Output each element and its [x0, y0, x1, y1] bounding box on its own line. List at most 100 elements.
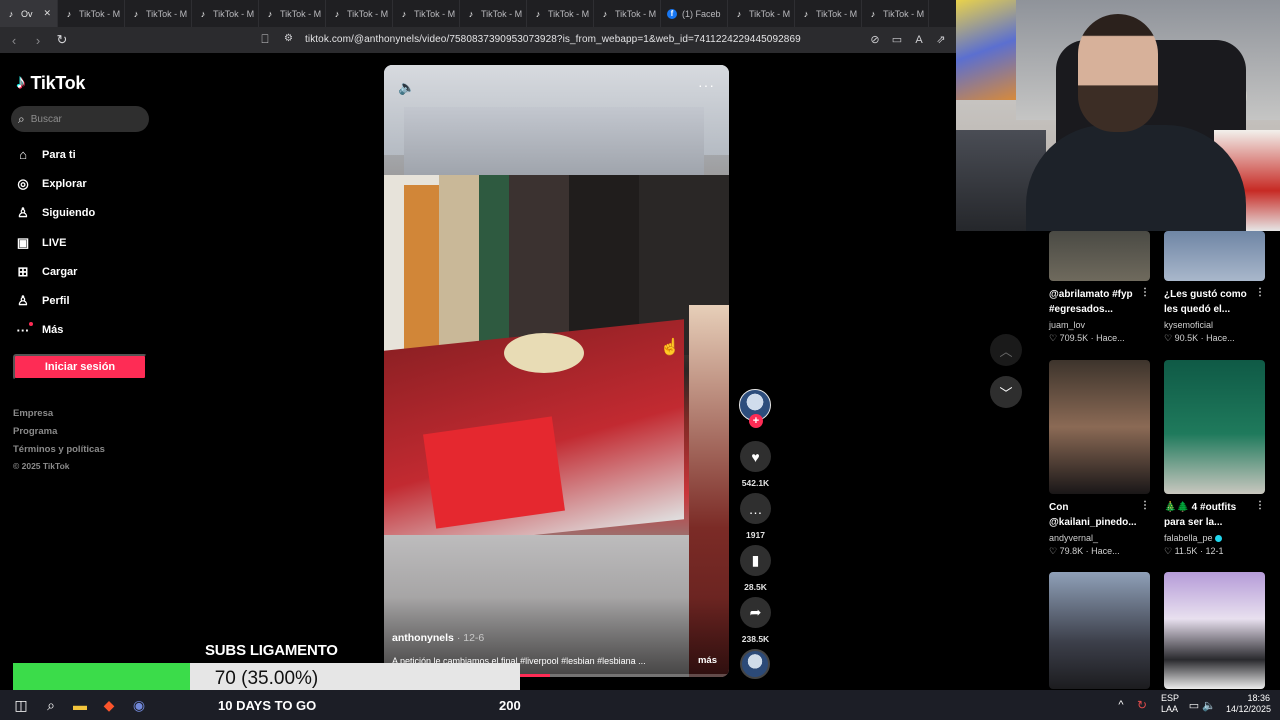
tab-label: TikTok - M [213, 8, 255, 19]
share-arrow-icon[interactable]: ➦ [740, 597, 771, 628]
author-avatar[interactable]: + [739, 389, 771, 428]
comment-action[interactable]: … 1917 [739, 493, 772, 540]
compass-icon: ◎ [17, 175, 29, 191]
rec-title[interactable]: ¿Les gustó como les quedó el... [1164, 287, 1256, 317]
browser-tab[interactable]: ♪ TikTok - M [795, 0, 862, 27]
follow-plus-icon[interactable]: + [749, 414, 763, 428]
rec-author[interactable]: juam_lov [1049, 320, 1085, 330]
video-player[interactable]: 🔈 ··· anthonynels · 12-6 A petición le ca… [384, 65, 729, 677]
volume-icon[interactable]: 🔈 [398, 79, 415, 96]
rec-title[interactable]: Con @kailani_pinedo... [1049, 500, 1141, 530]
login-button[interactable]: Iniciar sesión [13, 354, 147, 380]
tiktok-icon: ♪ [401, 8, 407, 19]
footer-link-empresa[interactable]: Empresa [13, 408, 105, 426]
browser-tab[interactable]: ♪ TikTok - M [594, 0, 661, 27]
browser-tab[interactable]: ♪ TikTok - M [259, 0, 326, 27]
rec-card[interactable]: ¿Les gustó como les quedó el... ⋮ kysemof… [1164, 231, 1265, 343]
rec-author[interactable]: kysemoficial [1164, 320, 1213, 330]
straw-hat [504, 333, 584, 373]
rec-title[interactable]: 🎄🌲 4 #outfits para ser la... [1164, 500, 1256, 530]
next-video-button[interactable]: ﹀ [990, 376, 1022, 408]
clock[interactable]: 18:36 14/12/2025 [1226, 693, 1271, 715]
url-field[interactable]: tiktok.com/@anthonynels/video/7580837390… [305, 34, 801, 45]
sidebar-item-siguiendo[interactable]: ♙ Siguiendo [14, 199, 95, 228]
rec-card[interactable] [1049, 572, 1150, 689]
sidebar-item-live[interactable]: ▣ LIVE [14, 228, 95, 257]
rec-thumbnail[interactable] [1049, 231, 1150, 281]
browser-tab[interactable]: ♪ TikTok - M [58, 0, 125, 27]
rec-thumbnail[interactable] [1164, 572, 1265, 689]
sidebar-item-mas[interactable]: ··· Más [14, 316, 95, 345]
no-eye-icon[interactable]: ⊘ [868, 31, 882, 48]
rec-thumbnail[interactable] [1049, 360, 1150, 494]
chevron-up-icon[interactable]: ^ [1110, 694, 1132, 716]
comment-icon[interactable]: … [740, 493, 771, 524]
rec-card[interactable]: @abrilamato #fyp #egresados... ⋮ juam_lov… [1049, 231, 1150, 343]
browser-tab[interactable]: f (1) Faceb [661, 0, 728, 27]
rec-card[interactable] [1164, 572, 1265, 689]
rec-likes: 11.5K [1174, 546, 1198, 556]
close-icon[interactable]: ✕ [43, 8, 51, 19]
rec-more-icon[interactable]: ⋮ [1255, 287, 1265, 298]
tiktok-logo[interactable]: ♪ TikTok [16, 72, 85, 94]
taskbar [0, 690, 1280, 720]
music-disc[interactable] [740, 649, 770, 679]
share-icon[interactable]: ⇗ [934, 31, 948, 48]
sidebar-item-cargar[interactable]: ⊞ Cargar [14, 257, 95, 286]
previous-video-button[interactable]: ︿ [990, 334, 1022, 366]
sidebar-item-perfil[interactable]: ♙ Perfil [14, 286, 95, 315]
bookmark-icon[interactable]: ▮ [740, 545, 771, 576]
browser-tab[interactable]: ♪ TikTok - M [728, 0, 795, 27]
rec-author[interactable]: falabella_pe [1164, 533, 1222, 543]
rec-card[interactable]: Con @kailani_pinedo... ⋮ andyvernal_ ♡ 79… [1049, 360, 1150, 556]
address-bar-actions: ⊘ ▭ A ⇗ [868, 31, 948, 48]
install-icon[interactable]: ▭ [890, 31, 904, 48]
browser-tab[interactable]: ♪ Ov ✕ [0, 0, 58, 27]
more-options-icon[interactable]: ··· [698, 77, 715, 93]
browser-tab[interactable]: ♪ TikTok - M [460, 0, 527, 27]
keyboard-language[interactable]: ESP LAA [1161, 693, 1179, 715]
browser-tab[interactable]: ♪ TikTok - M [862, 0, 929, 27]
home-icon: ⌂ [19, 147, 27, 163]
reload-icon[interactable]: ↻ [52, 30, 72, 50]
rec-thumbnail[interactable] [1164, 231, 1265, 281]
save-action[interactable]: ▮ 28.5K [739, 545, 772, 592]
browser-tab[interactable]: ♪ TikTok - M [192, 0, 259, 27]
discord-icon[interactable]: ◉ [128, 694, 150, 716]
rec-card[interactable]: 🎄🌲 4 #outfits para ser la... ⋮ falabella_… [1164, 360, 1265, 556]
rec-more-icon[interactable]: ⋮ [1140, 287, 1150, 298]
brave-icon[interactable]: ◆ [98, 694, 120, 716]
browser-tab[interactable]: ♪ TikTok - M [125, 0, 192, 27]
bookmark-icon[interactable]: ⎕ [258, 31, 272, 48]
sidebar-item-explorar[interactable]: ◎ Explorar [14, 169, 95, 198]
site-info-icon[interactable]: ⚙ [284, 33, 293, 44]
video-author[interactable]: anthonynels · 12-6 [392, 632, 484, 644]
forward-icon[interactable]: › [28, 30, 48, 50]
sync-icon[interactable]: ↻ [1131, 694, 1153, 716]
browser-tab[interactable]: ♪ TikTok - M [527, 0, 594, 27]
search-icon[interactable]: ⌕ [40, 694, 62, 716]
footer-link-programa[interactable]: Programa [13, 426, 105, 444]
caption-more-button[interactable]: más [698, 655, 717, 666]
rec-author[interactable]: andyvernal_ [1049, 533, 1098, 543]
footer-link-terminos[interactable]: Términos y políticas [13, 444, 105, 462]
volume-icon[interactable]: 🔈 [1198, 694, 1220, 716]
rec-thumbnail[interactable] [1049, 572, 1150, 689]
lang-layout: LAA [1161, 704, 1179, 714]
rec-more-icon[interactable]: ⋮ [1140, 500, 1150, 511]
outlook-icon[interactable]: ◫ [10, 694, 32, 716]
folder-icon[interactable]: ▬ [69, 694, 91, 716]
sidebar-item-para-ti[interactable]: ⌂ Para ti [14, 140, 95, 169]
rec-thumbnail[interactable] [1164, 360, 1265, 494]
search-input[interactable] [30, 113, 131, 125]
back-icon[interactable]: ‹ [4, 30, 24, 50]
heart-icon[interactable]: ♥ [740, 441, 771, 472]
search-box[interactable]: ⌕ [11, 106, 149, 132]
browser-tab[interactable]: ♪ TikTok - M [393, 0, 460, 27]
rec-more-icon[interactable]: ⋮ [1255, 500, 1265, 511]
rec-title[interactable]: @abrilamato #fyp #egresados... [1049, 287, 1141, 317]
browser-tab[interactable]: ♪ TikTok - M [326, 0, 393, 27]
translate-icon[interactable]: A [912, 31, 926, 48]
share-action[interactable]: ➦ 238.5K [739, 597, 772, 644]
like-action[interactable]: ♥ 542.1K [739, 441, 772, 488]
